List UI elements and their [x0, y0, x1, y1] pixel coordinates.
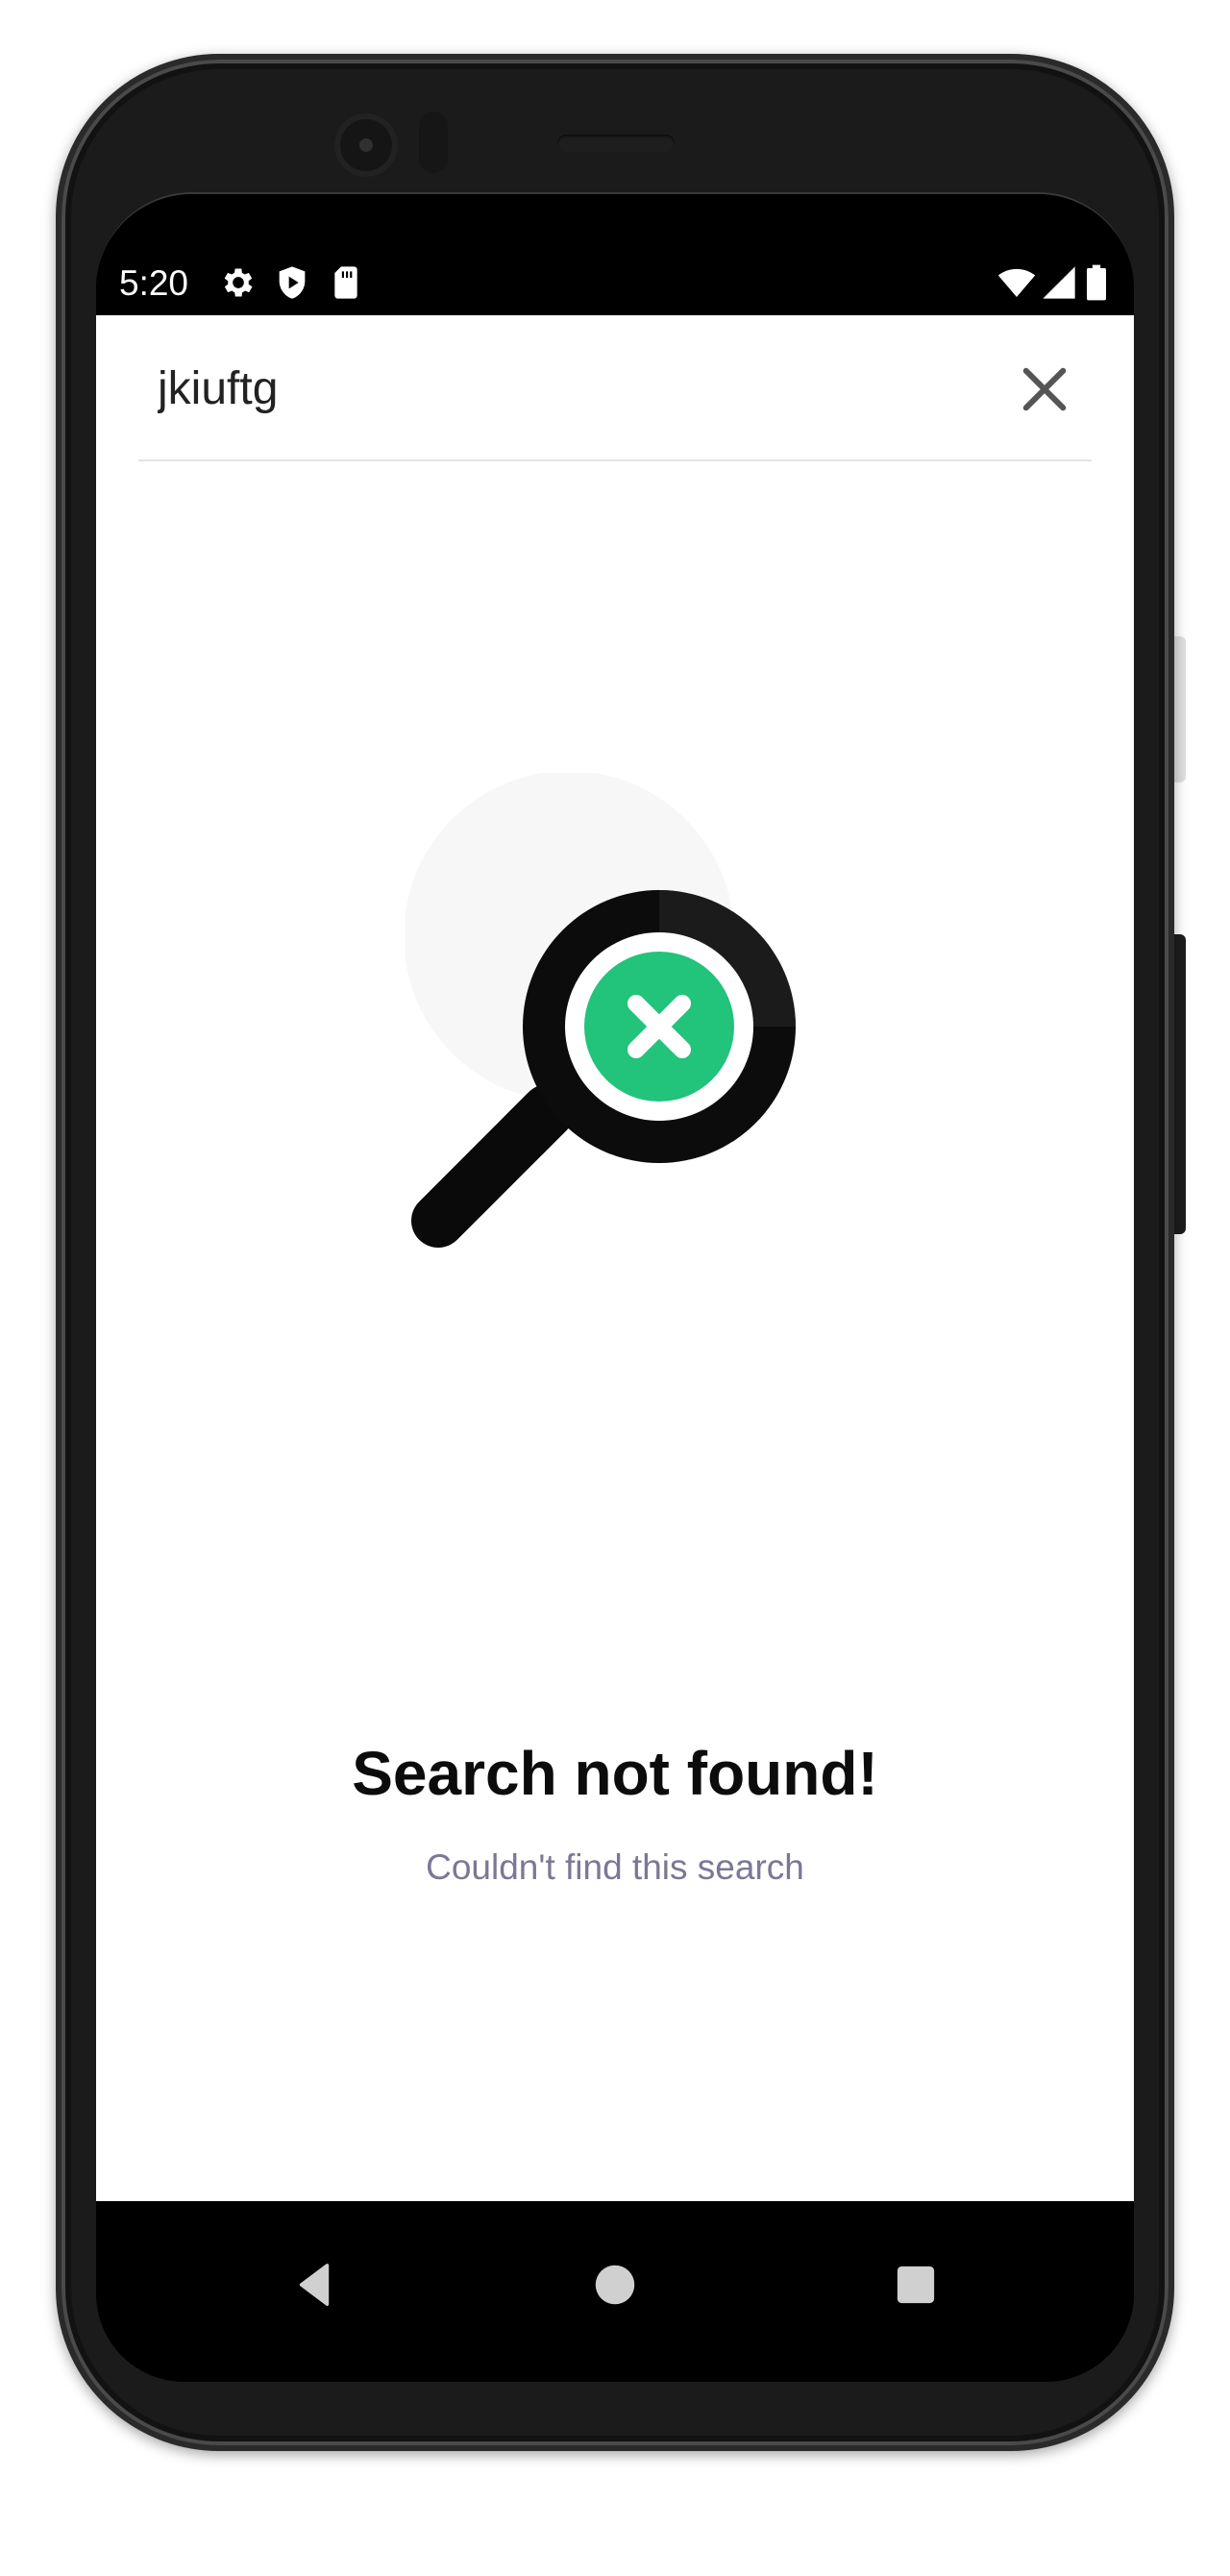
nav-recents-button[interactable]: [890, 2259, 942, 2311]
search-bar: [138, 315, 1092, 461]
empty-state-title: Search not found!: [352, 1739, 878, 1808]
shield-play-icon: [273, 263, 311, 302]
status-time: 5:20: [119, 263, 189, 303]
gear-icon: [219, 263, 258, 302]
battery-icon: [1082, 263, 1111, 302]
back-triangle-icon: [299, 2264, 330, 2306]
power-button: [1174, 934, 1186, 1234]
nav-home-button[interactable]: [589, 2259, 641, 2311]
magnifier-not-found-icon: [406, 773, 819, 1273]
home-circle-icon: [595, 2265, 635, 2305]
system-nav-bar: [96, 2201, 1134, 2382]
empty-state-subtitle: Couldn't find this search: [426, 1847, 804, 1887]
screen: 5:20 jkiuftg Search not found! Couldn't …: [96, 192, 1134, 2382]
earpiece-speaker: [557, 135, 675, 152]
nav-back-button[interactable]: [288, 2259, 340, 2311]
close-icon: [1022, 367, 1067, 411]
clear-search-button[interactable]: [1013, 358, 1076, 421]
device-stage: 5:20 jkiuftg Search not found! Couldn't …: [0, 0, 1230, 2576]
recents-square-icon: [897, 2266, 935, 2304]
front-camera: [334, 113, 398, 177]
proximity-sensor: [419, 111, 448, 173]
wifi-icon: [997, 263, 1036, 302]
volume-button: [1174, 636, 1186, 782]
sd-card-icon: [327, 263, 365, 302]
cell-signal-icon: [1040, 263, 1078, 302]
search-results-screen: Search not found! Couldn't find this sea…: [96, 315, 1134, 2201]
search-input[interactable]: [158, 354, 984, 423]
status-bar: 5:20: [96, 194, 1134, 315]
